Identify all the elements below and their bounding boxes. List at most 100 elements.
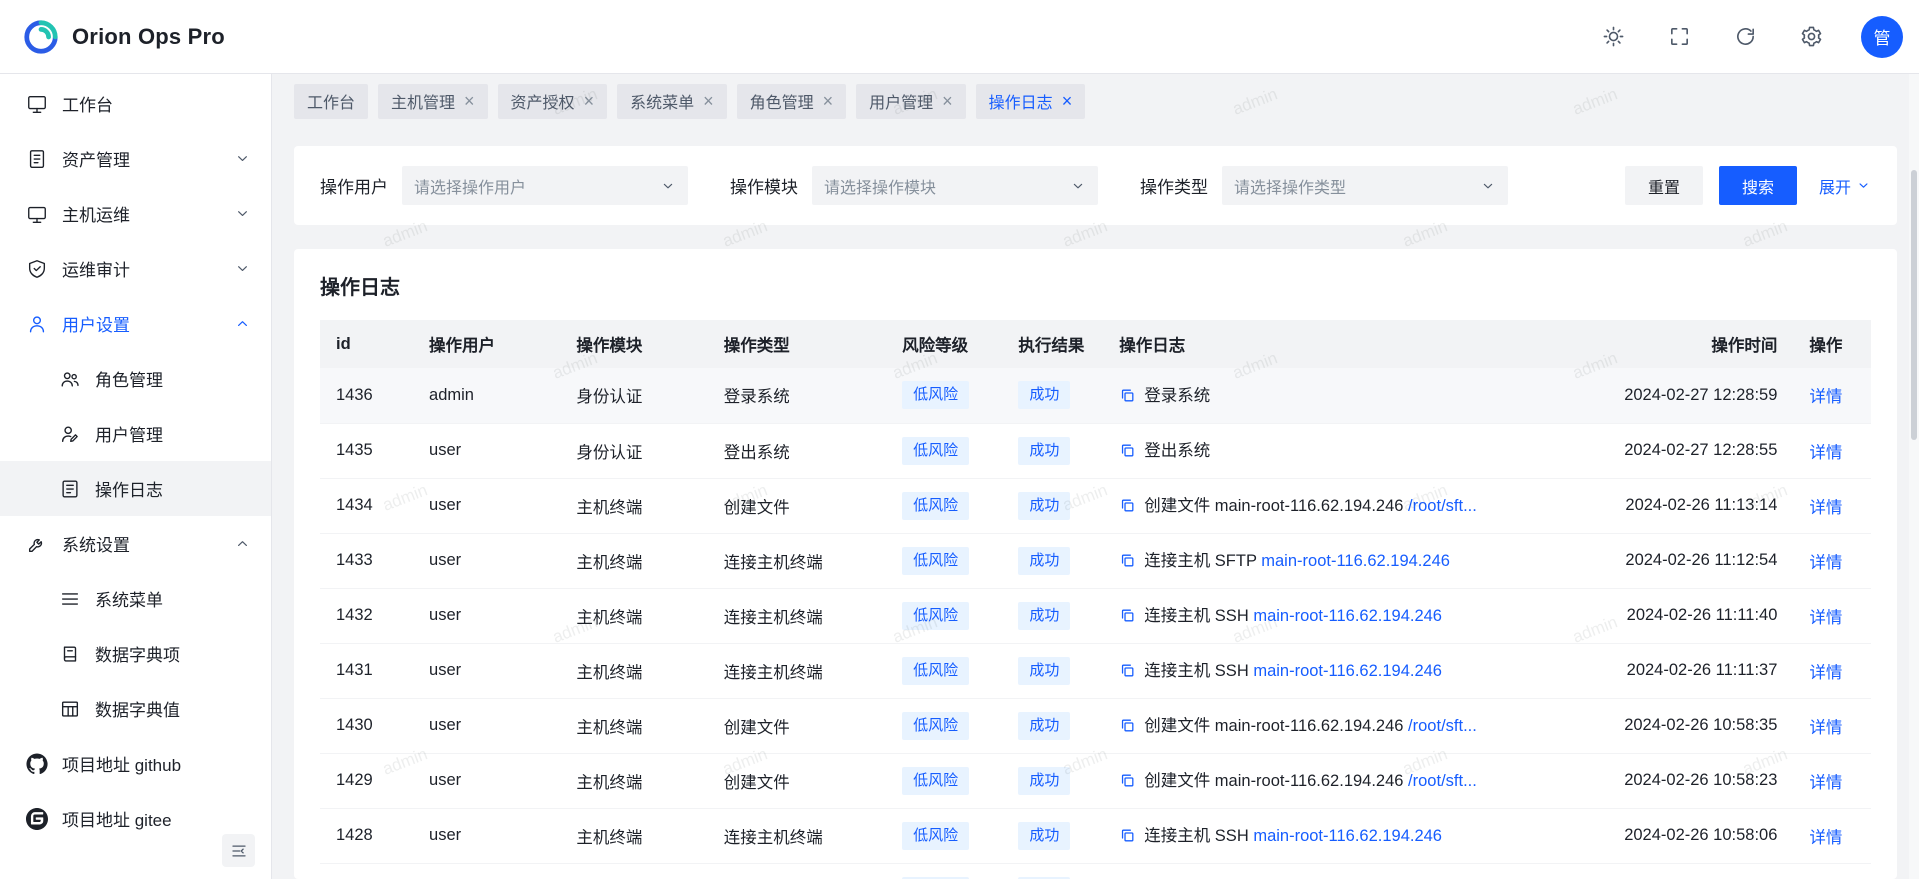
reset-button[interactable]: 重置 [1625, 166, 1703, 205]
system-menu-icon [59, 588, 81, 610]
cell-id: 1430 [320, 698, 413, 753]
cell-id: 1435 [320, 423, 413, 478]
tab-item-4[interactable]: 角色管理× [737, 84, 847, 119]
copy-icon[interactable] [1119, 497, 1136, 519]
cell-action: 详情 [1793, 533, 1871, 588]
cell-id: 1433 [320, 533, 413, 588]
cell-action: 详情 [1793, 753, 1871, 808]
content-area: 操作用户 请选择操作用户 操作模块 请选择操作模块 [272, 128, 1919, 879]
tab-item-5[interactable]: 用户管理× [856, 84, 966, 119]
operation-log-icon [59, 478, 81, 500]
sidebar-item-user-management[interactable]: 用户管理 [0, 406, 271, 461]
tab-label: 主机管理 [391, 89, 455, 113]
cell-type: 登录系统 [708, 368, 886, 423]
detail-link[interactable]: 详情 [1809, 609, 1842, 627]
sidebar-item-label: 系统设置 [62, 531, 220, 556]
log-link[interactable]: main-root-116.62.194.246 [1253, 827, 1442, 845]
tab-item-2[interactable]: 资产授权× [498, 84, 608, 119]
tab-close-icon[interactable]: × [823, 92, 834, 110]
cell-type: 登出系统 [708, 423, 886, 478]
column-header-result: 执行结果 [1002, 320, 1103, 368]
log-text: 连接主机 SSH [1144, 607, 1253, 625]
theme-toggle-icon[interactable] [1593, 17, 1633, 57]
log-link[interactable]: main-root-116.62.194.246 [1253, 607, 1442, 625]
log-link[interactable]: /root/sft... [1408, 717, 1477, 735]
detail-link[interactable]: 详情 [1809, 554, 1842, 572]
copy-icon[interactable] [1119, 717, 1136, 739]
sidebar-item-host-ops[interactable]: 主机运维 [0, 186, 271, 241]
cell-module: 主机终端 [560, 588, 707, 643]
tab-item-6[interactable]: 操作日志× [976, 84, 1086, 119]
tab-label: 系统菜单 [630, 89, 694, 113]
avatar[interactable]: 管 [1861, 16, 1903, 58]
sidebar-item-label: 角色管理 [95, 366, 251, 391]
app-window: Orion Ops Pro 管 工作台资产管理主机运维运维审计用户设置角色管理用… [0, 0, 1919, 879]
tab-close-icon[interactable]: × [703, 92, 714, 110]
app-header: Orion Ops Pro 管 [0, 0, 1919, 74]
search-button[interactable]: 搜索 [1719, 166, 1797, 205]
sidebar-item-dict-item[interactable]: 数据字典项 [0, 626, 271, 681]
cell-user: user [413, 588, 560, 643]
detail-link[interactable]: 详情 [1809, 664, 1842, 682]
sidebar-item-user-settings[interactable]: 用户设置 [0, 296, 271, 351]
tab-close-icon[interactable]: × [584, 92, 595, 110]
tab-close-icon[interactable]: × [464, 92, 475, 110]
chevron-down-icon [234, 260, 251, 277]
tab-item-0[interactable]: 工作台 [294, 84, 368, 119]
sidebar-item-asset-management[interactable]: 资产管理 [0, 131, 271, 186]
tab-label: 工作台 [307, 89, 355, 113]
fullscreen-icon[interactable] [1659, 17, 1699, 57]
sidebar-item-github[interactable]: 项目地址 github [0, 736, 271, 791]
sidebar-item-operation-log[interactable]: 操作日志 [0, 461, 271, 516]
detail-link[interactable]: 详情 [1809, 829, 1842, 847]
user-settings-icon [26, 313, 48, 335]
log-link[interactable]: main-root-116.62.194.246 [1261, 552, 1450, 570]
copy-icon[interactable] [1119, 772, 1136, 794]
cell-log: 创建文件 main-root-116.62.194.246 /root/sft.… [1103, 478, 1561, 533]
sidebar-item-workbench[interactable]: 工作台 [0, 76, 271, 131]
copy-icon[interactable] [1119, 442, 1136, 464]
cell-risk: 低风险 [886, 698, 1002, 753]
log-link[interactable]: /root/sft... [1408, 772, 1477, 790]
copy-icon[interactable] [1119, 387, 1136, 409]
refresh-icon[interactable] [1725, 17, 1765, 57]
chevron-down-icon [1480, 178, 1496, 194]
sidebar-item-role-management[interactable]: 角色管理 [0, 351, 271, 406]
copy-icon[interactable] [1119, 662, 1136, 684]
cell-id: 1427 [320, 863, 413, 879]
detail-link[interactable]: 详情 [1809, 444, 1842, 462]
column-header-log: 操作日志 [1103, 320, 1561, 368]
tab-close-icon[interactable]: × [1062, 92, 1073, 110]
log-link[interactable]: /root/sft... [1408, 497, 1477, 515]
tab-close-icon[interactable]: × [942, 92, 953, 110]
scrollbar[interactable] [1909, 74, 1919, 879]
cell-time: 2024-02-26 11:11:40 [1561, 588, 1794, 643]
copy-icon[interactable] [1119, 607, 1136, 629]
detail-link[interactable]: 详情 [1809, 388, 1842, 406]
cell-action: 详情 [1793, 863, 1871, 879]
copy-icon[interactable] [1119, 827, 1136, 849]
tab-item-3[interactable]: 系统菜单 × [617, 84, 727, 119]
detail-link[interactable]: 详情 [1809, 499, 1842, 517]
log-link[interactable]: main-root-116.62.194.246 [1253, 662, 1442, 680]
filter-select-type[interactable]: 请选择操作类型 [1222, 166, 1508, 205]
filter-select-user[interactable]: 请选择操作用户 [402, 166, 688, 205]
sidebar-collapse-button[interactable] [222, 834, 255, 867]
detail-link[interactable]: 详情 [1809, 719, 1842, 737]
tab-item-1[interactable]: 主机管理 × [378, 84, 488, 119]
sidebar-item-dict-value[interactable]: 数据字典值 [0, 681, 271, 736]
cell-time: 2024-02-26 10:58:35 [1561, 698, 1794, 753]
filter-select-module[interactable]: 请选择操作模块 [812, 166, 1098, 205]
sidebar-item-system-settings[interactable]: 系统设置 [0, 516, 271, 571]
detail-link[interactable]: 详情 [1809, 774, 1842, 792]
cell-time: 2024-02-26 10:58:23 [1561, 753, 1794, 808]
expand-link[interactable]: 展开 [1819, 174, 1871, 198]
sidebar-item-ops-audit[interactable]: 运维审计 [0, 241, 271, 296]
scrollbar-thumb[interactable] [1911, 170, 1917, 440]
sidebar-item-system-menu[interactable]: 系统菜单 [0, 571, 271, 626]
column-header-user: 操作用户 [413, 320, 560, 368]
sidebar: 工作台资产管理主机运维运维审计用户设置角色管理用户管理操作日志系统设置系统菜单数… [0, 74, 272, 879]
copy-icon[interactable] [1119, 552, 1136, 574]
cell-id: 1436 [320, 368, 413, 423]
settings-gear-icon[interactable] [1791, 17, 1831, 57]
